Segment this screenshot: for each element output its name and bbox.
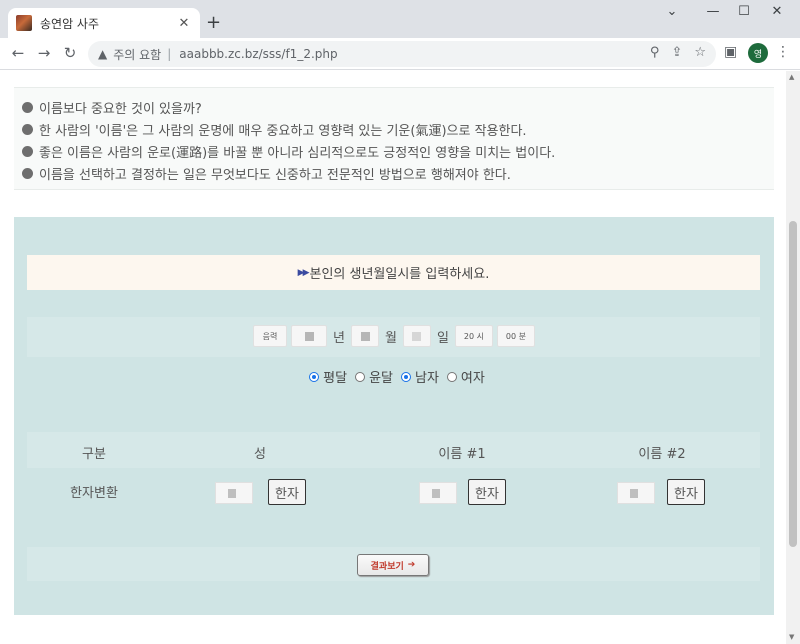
close-tab-icon[interactable]: ✕	[176, 16, 192, 31]
name1-hanja-button[interactable]: 한자	[468, 479, 506, 505]
day-value	[412, 331, 422, 341]
bookmark-star-icon[interactable]: ☆	[694, 45, 706, 60]
address-separator: |	[167, 47, 172, 61]
intro-text: 좋은 이름은 사람의 운로(運路)를 바꿀 뿐 아니라 심리적으로도 긍정적인 …	[39, 145, 556, 161]
leap-month-radio[interactable]	[355, 371, 366, 382]
intro-line: 이름을 선택하고 결정하는 일은 무엇보다도 신중하고 전문적인 방법으로 행해…	[22, 162, 774, 184]
name1-input[interactable]	[419, 482, 457, 504]
url-text: aaabbb.zc.bz/sss/f1_2.php	[179, 47, 338, 61]
gender-male-radio[interactable]	[401, 371, 411, 382]
name2-input[interactable]	[617, 482, 655, 504]
profile-avatar[interactable]: 영	[748, 43, 768, 63]
minute-select[interactable]: 00 분	[496, 325, 535, 347]
menu-kebab-icon[interactable]: ⋮	[776, 44, 790, 60]
year-unit: 년	[333, 330, 346, 346]
intro-line: 좋은 이름은 사람의 운로(運路)를 바꿀 뿐 아니라 심리적으로도 긍정적인 …	[22, 140, 774, 162]
bullet-icon	[22, 167, 33, 179]
tab-bar: 송연암 사주 ✕ + ⌄ — ☐ ✕	[0, 0, 800, 38]
day-unit: 일	[436, 330, 449, 346]
site-favicon-icon	[16, 15, 32, 31]
leap-month-label: 윤달	[369, 371, 393, 386]
gender-female-label: 여자	[460, 371, 485, 386]
intro-text: 한 사람의 '이름'은 그 사람의 운명에 매우 중요하고 영향력 있는 기운(…	[39, 123, 527, 139]
page-viewport: 이름보다 중요한 것이 있을까? 한 사람의 '이름'은 그 사람의 운명에 매…	[0, 71, 786, 644]
month-unit: 월	[385, 330, 397, 346]
forward-arrow-icon[interactable]: →	[34, 44, 54, 62]
leap-normal-radio[interactable]	[309, 371, 320, 382]
leap-normal-label: 평달	[323, 371, 348, 386]
reload-icon[interactable]: ↻	[60, 44, 80, 62]
intro-text: 이름을 선택하고 결정하는 일은 무엇보다도 신중하고 전문적인 방법으로 행해…	[39, 167, 511, 183]
instruction-text: 본인의 생년월일시를 입력하세요.	[309, 267, 490, 282]
gender-female-radio[interactable]	[446, 371, 457, 382]
back-arrow-icon[interactable]: ←	[8, 44, 28, 62]
share-icon[interactable]: ⇪	[671, 45, 682, 60]
name2-hanja-button[interactable]: 한자	[667, 479, 705, 505]
year-select[interactable]	[291, 325, 328, 347]
new-tab-plus-icon[interactable]: +	[206, 12, 221, 33]
bullet-icon	[22, 101, 33, 113]
result-button-label: 결과보기	[370, 561, 404, 572]
day-select[interactable]	[402, 325, 431, 347]
col-header-surname: 성	[254, 447, 266, 462]
surname-hanja-button[interactable]: 한자	[268, 479, 306, 505]
result-button[interactable]: 결과보기 ➔	[357, 554, 429, 576]
calendar-type-select[interactable]: 음력	[253, 325, 288, 347]
month-select[interactable]	[351, 325, 380, 347]
radio-row: 평달 윤달 남자 여자	[14, 367, 774, 386]
name1-value	[432, 489, 440, 498]
scroll-up-icon[interactable]: ▲	[789, 73, 794, 81]
browser-toolbar: ← → ↻ ▲ 주의 요함 | aaabbb.zc.bz/sss/f1_2.ph…	[0, 38, 800, 70]
bullet-icon	[22, 145, 33, 157]
double-arrow-icon: ▶▶	[297, 267, 310, 278]
row-label-hanja: 한자변환	[70, 486, 118, 501]
intro-line: 이름보다 중요한 것이 있을까?	[22, 96, 774, 118]
window-close-icon[interactable]: ✕	[762, 4, 792, 19]
col-header-name1: 이름 #1	[438, 447, 486, 462]
scroll-down-icon[interactable]: ▼	[789, 633, 794, 641]
side-panel-icon[interactable]: ▣	[724, 44, 737, 60]
address-bar[interactable]: ▲ 주의 요함 | aaabbb.zc.bz/sss/f1_2.php ⚲ ⇪ …	[88, 41, 716, 67]
name2-value	[630, 489, 638, 498]
col-header-category: 구분	[82, 447, 106, 462]
surname-value	[228, 489, 236, 498]
year-value	[304, 331, 314, 341]
col-header-name2: 이름 #2	[638, 447, 686, 462]
instruction-banner: ▶▶ 본인의 생년월일시를 입력하세요.	[27, 255, 760, 290]
surname-input[interactable]	[215, 482, 253, 504]
datetime-row: 음력 년 월 일 20 시 00 분	[14, 325, 774, 347]
intro-text: 이름보다 중요한 것이 있을까?	[39, 101, 202, 117]
gender-male-label: 남자	[415, 371, 439, 386]
intro-box: 이름보다 중요한 것이 있을까? 한 사람의 '이름'은 그 사람의 운명에 매…	[14, 87, 774, 190]
security-label: 주의 요함	[113, 47, 162, 62]
zoom-icon[interactable]: ⚲	[650, 45, 660, 60]
intro-line: 한 사람의 '이름'은 그 사람의 운명에 매우 중요하고 영향력 있는 기운(…	[22, 118, 774, 140]
arrow-right-icon: ➔	[407, 560, 416, 570]
scroll-thumb[interactable]	[789, 221, 797, 547]
minimize-icon[interactable]: —	[698, 4, 728, 19]
page-scrollbar[interactable]: ▲ ▼	[786, 71, 800, 644]
browser-tab[interactable]: 송연암 사주 ✕	[8, 8, 200, 38]
hour-select[interactable]: 20 시	[454, 325, 493, 347]
tab-title: 송연암 사주	[40, 16, 100, 31]
month-value	[360, 331, 370, 341]
bullet-icon	[22, 123, 33, 135]
maximize-icon[interactable]: ☐	[729, 4, 759, 19]
tab-search-chevron-down-icon[interactable]: ⌄	[657, 4, 687, 19]
warning-triangle-icon: ▲	[98, 47, 108, 61]
